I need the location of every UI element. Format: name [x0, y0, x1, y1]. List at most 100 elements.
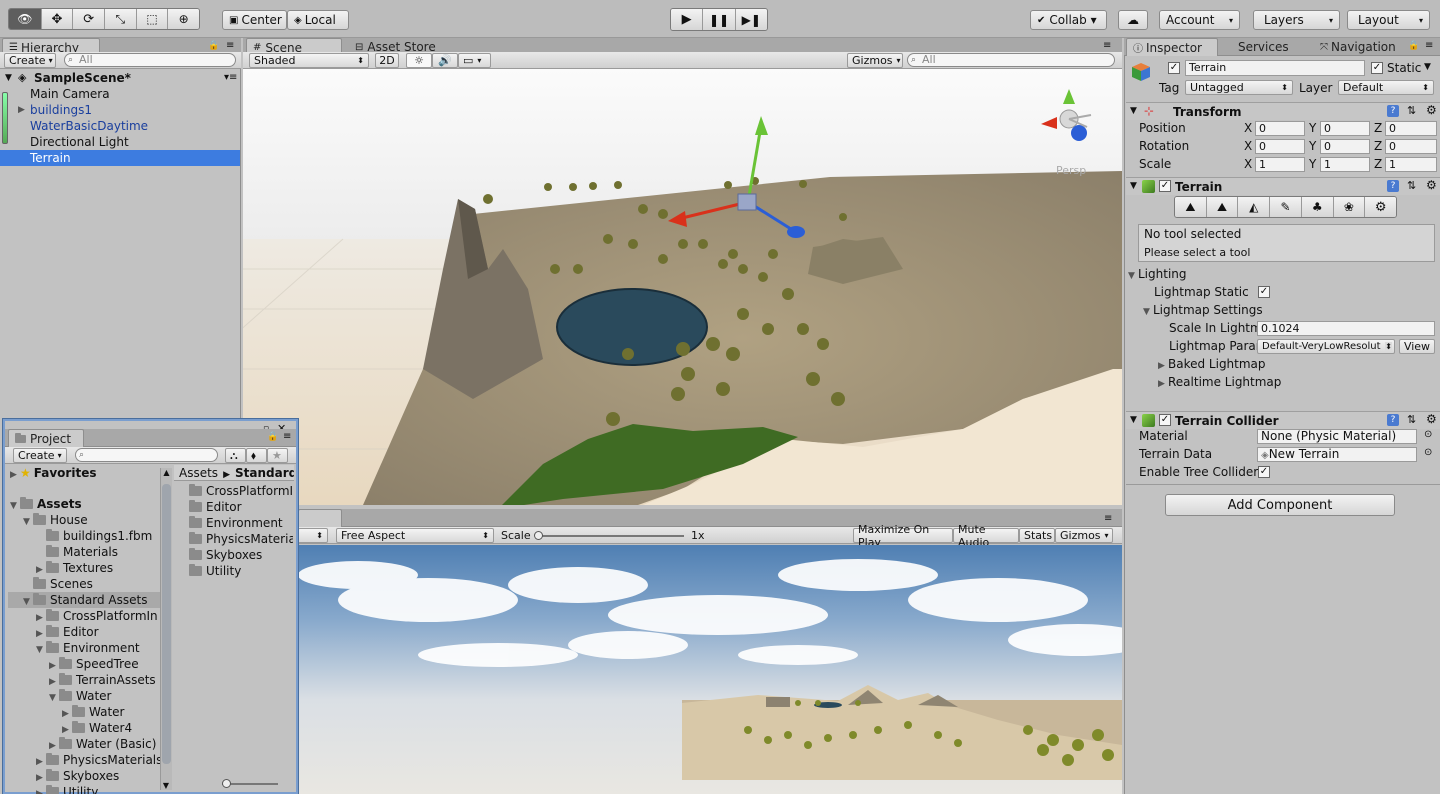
- preset-icon[interactable]: ⇅: [1407, 104, 1416, 117]
- step-button[interactable]: ▶❚: [734, 9, 767, 30]
- terrain-enabled-checkbox[interactable]: ✓: [1159, 180, 1171, 192]
- terrain-settings-tool[interactable]: ⚙: [1364, 197, 1396, 217]
- expand-arrow-icon[interactable]: ▶: [36, 770, 46, 784]
- lock-icon[interactable]: 🔒: [267, 432, 278, 442]
- shading-dropdown[interactable]: Shaded ⬍: [249, 53, 369, 68]
- lighting-toggle[interactable]: ☼: [406, 53, 432, 68]
- layer-dropdown[interactable]: Default ⬍: [1338, 80, 1434, 95]
- folder-content-item[interactable]: CrossPlatformI: [189, 483, 293, 499]
- stats-toggle[interactable]: Stats: [1019, 528, 1055, 543]
- hierarchy-item[interactable]: WaterBasicDaytime: [0, 118, 240, 134]
- lock-icon[interactable]: 🔒: [1408, 41, 1419, 51]
- transform-z-field[interactable]: 0: [1385, 139, 1437, 154]
- lighting-foldout[interactable]: ▼ Lighting: [1128, 266, 1187, 284]
- display-dropdown[interactable]: ⬍: [298, 528, 328, 543]
- expand-arrow-icon[interactable]: ▶: [36, 562, 46, 576]
- active-checkbox[interactable]: ✓: [1168, 62, 1180, 74]
- move-tool-button[interactable]: ✥: [40, 9, 73, 29]
- favorites-row[interactable]: ▶ ★ Favorites: [10, 465, 160, 481]
- tab-services[interactable]: Services: [1232, 38, 1295, 56]
- folder-content-item[interactable]: Skyboxes: [189, 547, 293, 563]
- expand-arrow-icon[interactable]: ▶: [62, 722, 72, 736]
- scroll-down-arrow-icon[interactable]: ▼: [161, 781, 171, 790]
- object-picker-icon[interactable]: ⊙: [1424, 447, 1432, 458]
- expand-arrow-icon[interactable]: ▶: [36, 610, 46, 624]
- tab-inspector[interactable]: ⓘ Inspector: [1126, 38, 1218, 56]
- breadcrumb-assets[interactable]: Assets: [179, 466, 218, 480]
- collider-material-field[interactable]: None (Physic Material): [1257, 429, 1417, 444]
- project-tree-item[interactable]: ▼ Standard Assets: [8, 592, 160, 608]
- project-tree-item[interactable]: Materials: [36, 544, 160, 560]
- tab-navigation[interactable]: ⤧ Navigation: [1314, 38, 1402, 56]
- effects-dropdown[interactable]: ▭ ▾: [458, 53, 491, 68]
- transform-tool-button[interactable]: ⊕: [167, 9, 199, 29]
- collapse-arrow-icon[interactable]: ▼: [1130, 106, 1137, 116]
- expand-arrow-icon[interactable]: ▶: [36, 786, 46, 794]
- transform-y-field[interactable]: 0: [1320, 139, 1370, 154]
- transform-y-field[interactable]: 0: [1320, 121, 1370, 136]
- project-tree-item[interactable]: ▶ Textures: [36, 560, 160, 576]
- expand-arrow-icon[interactable]: ▶: [18, 102, 25, 118]
- scene-gizmos-dropdown[interactable]: Gizmos ▾: [847, 53, 903, 68]
- project-tree-item[interactable]: ▶ Editor: [36, 624, 160, 640]
- hierarchy-create-button[interactable]: Create ▾: [4, 53, 56, 68]
- transform-header[interactable]: ▼ ⊹ Transform ? ⇅ ⚙: [1126, 102, 1440, 120]
- layers-dropdown[interactable]: Layers ▾: [1253, 10, 1340, 30]
- project-tree-item[interactable]: ▼ House: [23, 512, 160, 528]
- project-tree-item[interactable]: ▶ PhysicsMaterials: [36, 752, 160, 768]
- 2d-toggle[interactable]: 2D: [375, 53, 399, 68]
- project-tree-item[interactable]: ▼ Water: [49, 688, 160, 704]
- scale-slider[interactable]: [534, 531, 684, 540]
- pause-button[interactable]: ❚❚: [702, 9, 735, 30]
- pivot-local-button[interactable]: ◈ Local: [287, 10, 349, 30]
- expand-arrow-icon[interactable]: ▶: [36, 754, 46, 768]
- expand-arrow-icon[interactable]: ▶: [49, 674, 59, 688]
- project-tree-item[interactable]: ▶ TerrainAssets: [49, 672, 160, 688]
- project-tree-item[interactable]: ▶ Skyboxes: [36, 768, 160, 784]
- project-tree-item[interactable]: ▶ Water: [62, 704, 160, 720]
- help-icon[interactable]: ?: [1387, 105, 1399, 117]
- tag-dropdown[interactable]: Untagged ⬍: [1185, 80, 1293, 95]
- expand-arrow-icon[interactable]: ▶: [49, 658, 59, 672]
- transform-y-field[interactable]: 1: [1320, 157, 1370, 172]
- project-tree-item[interactable]: ▶ Utility: [36, 784, 160, 794]
- expand-arrow-icon[interactable]: ▶: [36, 626, 46, 640]
- game-viewport[interactable]: [298, 545, 1122, 794]
- favorite-button[interactable]: ★: [267, 448, 288, 463]
- realtime-lightmap-foldout[interactable]: ▶ Realtime Lightmap: [1158, 374, 1281, 392]
- terrain-header[interactable]: ▼ ✓ Terrain ? ⇅ ⚙: [1126, 177, 1440, 195]
- assets-root-row[interactable]: ▼ Assets: [10, 496, 160, 512]
- hierarchy-search-input[interactable]: ⌕ All: [64, 53, 236, 67]
- rect-tool-button[interactable]: ⬚: [135, 9, 168, 29]
- place-trees-tool[interactable]: ♣: [1300, 197, 1333, 217]
- scale-slider-thumb[interactable]: [534, 531, 543, 540]
- project-tree-item[interactable]: Scenes: [23, 576, 160, 592]
- filter-label-button[interactable]: ⬧: [246, 448, 267, 463]
- tree-scrollbar[interactable]: ▲ ▼: [160, 468, 172, 790]
- preset-icon[interactable]: ⇅: [1407, 413, 1416, 426]
- baked-lightmap-foldout[interactable]: ▶ Baked Lightmap: [1158, 356, 1266, 374]
- panel-menu-icon[interactable]: ≡: [1104, 513, 1112, 524]
- paint-height-tool[interactable]: ⛰: [1205, 197, 1238, 217]
- lightmap-settings-foldout[interactable]: ▼ Lightmap Settings: [1143, 302, 1263, 320]
- collapse-arrow-icon[interactable]: ▼: [1143, 304, 1153, 320]
- view-tool-button[interactable]: 👁: [9, 9, 41, 29]
- expand-arrow-icon[interactable]: ▶: [10, 467, 20, 481]
- transform-z-field[interactable]: 1: [1385, 157, 1437, 172]
- add-component-button[interactable]: Add Component: [1165, 494, 1395, 516]
- project-tree-item[interactable]: ▶ Water4: [62, 720, 160, 736]
- project-tree-item[interactable]: ▶ CrossPlatformIn: [36, 608, 160, 624]
- scene-viewport[interactable]: Persp: [243, 69, 1122, 505]
- project-tree-item[interactable]: ▶ Water (Basic): [49, 736, 160, 752]
- account-dropdown[interactable]: Account ▾: [1159, 10, 1240, 30]
- layout-dropdown[interactable]: Layout ▾: [1347, 10, 1430, 30]
- paint-details-tool[interactable]: ❀: [1332, 197, 1365, 217]
- panel-menu-icon[interactable]: ≡: [1425, 40, 1433, 51]
- lock-icon[interactable]: 🔒: [208, 41, 219, 51]
- project-create-button[interactable]: Create ▾: [13, 448, 67, 463]
- expand-arrow-icon[interactable]: ▶: [49, 738, 59, 752]
- transform-x-field[interactable]: 0: [1255, 121, 1305, 136]
- help-icon[interactable]: ?: [1387, 180, 1399, 192]
- collapse-arrow-icon[interactable]: ▼: [49, 690, 59, 704]
- project-tree-item[interactable]: buildings1.fbm: [36, 528, 160, 544]
